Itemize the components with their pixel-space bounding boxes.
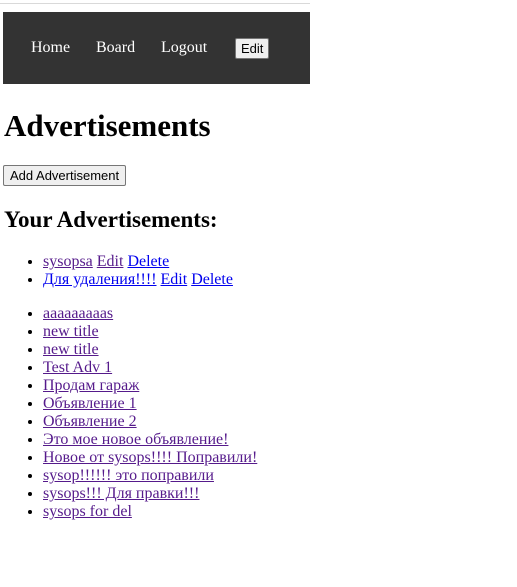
list-item: Продам гараж (43, 377, 257, 395)
list-item: new title (43, 341, 257, 359)
add-advertisement-button[interactable]: Add Advertisement (3, 165, 127, 186)
advertisement-link[interactable]: aaaaaaaaas (43, 305, 113, 322)
list-item: new title (43, 323, 257, 341)
delete-advertisement-link[interactable]: Delete (127, 253, 169, 270)
advertisement-link[interactable]: sysopsa (43, 253, 93, 270)
navbar: Home Board Logout Edit (3, 12, 310, 84)
list-item: sysopsa Edit Delete (43, 253, 233, 271)
advertisement-link[interactable]: sysop!!!!!! это поправили (43, 467, 214, 484)
advertisement-link[interactable]: Test Adv 1 (43, 359, 112, 376)
nav-link-board[interactable]: Board (96, 39, 135, 57)
top-divider (0, 3, 310, 4)
all-advertisements-list: aaaaaaaaas new title new title Test Adv … (0, 305, 257, 521)
advertisement-link[interactable]: Продам гараж (43, 377, 139, 394)
list-item: Это мое новое объявление! (43, 431, 257, 449)
your-advertisements-heading: Your Advertisements: (4, 207, 218, 232)
list-item: sysops!!! Для правки!!! (43, 485, 257, 503)
advertisement-link[interactable]: sysops!!! Для правки!!! (43, 485, 199, 502)
edit-advertisement-link[interactable]: Edit (97, 253, 124, 270)
advertisement-link[interactable]: sysops for del (43, 503, 132, 520)
edit-advertisement-link[interactable]: Edit (161, 271, 188, 288)
list-item: sysop!!!!!! это поправили (43, 467, 257, 485)
delete-advertisement-link[interactable]: Delete (191, 271, 233, 288)
advertisement-link[interactable]: new title (43, 341, 99, 358)
advertisement-link[interactable]: Это мое новое объявление! (43, 431, 228, 448)
list-item: Объявление 1 (43, 395, 257, 413)
page: Home Board Logout Edit Advertisements Ad… (0, 0, 517, 587)
your-advertisements-list: sysopsa Edit Delete Для удаления!!!! Edi… (0, 253, 233, 289)
nav-edit-button[interactable]: Edit (235, 38, 270, 59)
advertisement-link[interactable]: Для удаления!!!! (43, 271, 157, 288)
nav-link-home[interactable]: Home (31, 39, 70, 57)
list-item: Test Adv 1 (43, 359, 257, 377)
list-item: Новое от sysops!!!! Поправили! (43, 449, 257, 467)
page-title: Advertisements (4, 108, 211, 143)
advertisement-link[interactable]: Объявление 1 (43, 395, 137, 412)
advertisement-link[interactable]: new title (43, 323, 99, 340)
advertisement-link[interactable]: Новое от sysops!!!! Поправили! (43, 449, 257, 466)
list-item: aaaaaaaaas (43, 305, 257, 323)
nav-link-logout[interactable]: Logout (161, 39, 207, 57)
list-item: Для удаления!!!! Edit Delete (43, 271, 233, 289)
list-item: sysops for del (43, 503, 257, 521)
advertisement-link[interactable]: Объявление 2 (43, 413, 137, 430)
list-item: Объявление 2 (43, 413, 257, 431)
